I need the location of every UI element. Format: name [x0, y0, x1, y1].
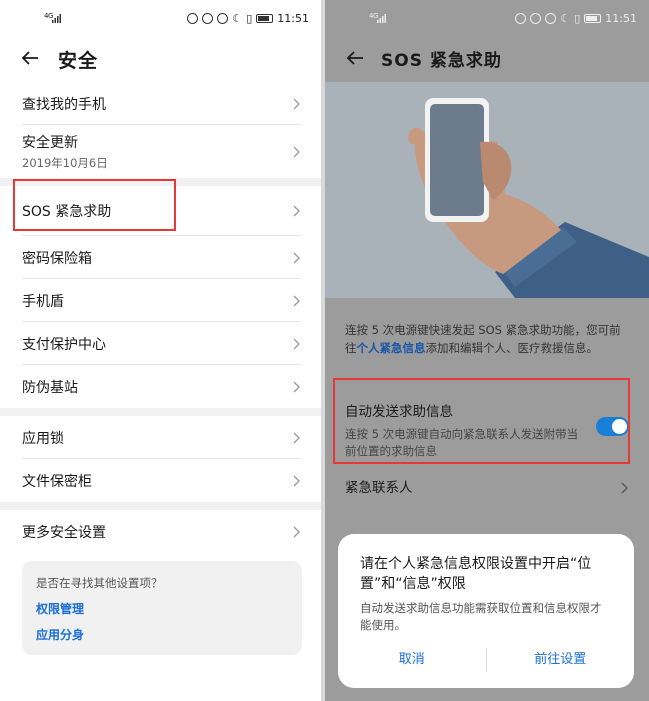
- app-bar: 安全: [0, 38, 321, 78]
- status-bar: 4G ☾ ▯ 11:51: [0, 0, 321, 38]
- cancel-button[interactable]: 取消: [338, 646, 486, 674]
- settings-item-file-safe[interactable]: 文件保密柜: [0, 459, 321, 502]
- emergency-info-link[interactable]: 个人紧急信息: [357, 341, 426, 355]
- clock-time: 11:51: [605, 12, 637, 25]
- alarm-icon: [217, 13, 229, 24]
- chevron-right-icon: [293, 381, 300, 392]
- clock-time: 11:51: [277, 12, 309, 25]
- eye-icon: [202, 13, 214, 24]
- signal-icon: [52, 14, 61, 23]
- nfc-icon: [515, 13, 527, 24]
- settings-item-more-security[interactable]: 更多安全设置: [0, 510, 321, 553]
- settings-item-label: 密码保险箱: [22, 250, 92, 267]
- highlight-box-auto-send: [333, 378, 630, 464]
- settings-item-password-vault[interactable]: 密码保险箱: [0, 236, 321, 279]
- signal-icon: [377, 14, 386, 23]
- section-gap: [0, 408, 321, 416]
- settings-item-label: 支付保护中心: [22, 336, 106, 353]
- settings-item-phone-shield[interactable]: 手机盾: [0, 279, 321, 322]
- link-app-twin[interactable]: 应用分身: [36, 626, 288, 643]
- chevron-right-icon: [293, 146, 300, 157]
- hand-holding-phone-illustration: [325, 82, 649, 298]
- emergency-contacts-label: 紧急联系人: [345, 480, 413, 496]
- settings-item-label: 文件保密柜: [22, 473, 92, 490]
- vibrate-icon: ▯: [574, 12, 581, 25]
- chevron-right-icon: [293, 338, 300, 349]
- highlight-box-sos: [13, 179, 176, 231]
- settings-item-label: 更多安全设置: [22, 524, 106, 541]
- settings-item-find-phone[interactable]: 查找我的手机: [0, 82, 321, 125]
- back-arrow-icon[interactable]: [345, 48, 365, 68]
- settings-item-anti-fake-station[interactable]: 防伪基站: [0, 365, 321, 408]
- chevron-right-icon: [293, 205, 300, 217]
- chevron-right-icon: [293, 526, 300, 537]
- back-arrow-icon[interactable]: [20, 48, 40, 68]
- page-title: SOS 紧急求助: [381, 51, 502, 71]
- battery-icon: [584, 14, 602, 23]
- sos-description: 连按 5 次电源键快速发起 SOS 紧急求助功能，您可前往个人紧急信息添加和编辑…: [345, 321, 629, 357]
- page-title: 安全: [58, 50, 99, 72]
- settings-item-payment-protection[interactable]: 支付保护中心: [0, 322, 321, 365]
- vibrate-icon: ▯: [246, 12, 253, 25]
- settings-item-label: 安全更新: [22, 135, 78, 151]
- search-suggestion-card: 是否在寻找其他设置项？ 权限管理 应用分身: [22, 561, 302, 655]
- app-bar: SOS 紧急求助: [325, 38, 649, 78]
- dialog-body: 自动发送求助信息功能需获取位置和信息权限才能使用。: [360, 601, 602, 632]
- settings-item-app-lock[interactable]: 应用锁: [0, 416, 321, 459]
- moon-icon: ☾: [232, 12, 243, 25]
- eye-icon: [530, 13, 542, 24]
- battery-icon: [256, 14, 274, 23]
- nfc-icon: [187, 13, 199, 24]
- section-gap: [0, 502, 321, 510]
- chevron-right-icon: [293, 252, 300, 263]
- dialog-buttons: 取消 前往设置: [338, 646, 634, 674]
- chevron-right-icon: [621, 482, 628, 494]
- go-to-settings-button[interactable]: 前往设置: [487, 646, 635, 674]
- suggestion-question: 是否在寻找其他设置项？: [36, 576, 163, 590]
- settings-item-label: 查找我的手机: [22, 96, 106, 113]
- permission-dialog: 请在个人紧急信息权限设置中开启“位置”和“信息”权限 自动发送求助信息功能需获取…: [338, 534, 634, 688]
- settings-item-label: 应用锁: [22, 430, 64, 447]
- status-bar: 4G ☾ ▯ 11:51: [325, 0, 649, 38]
- emergency-contacts-row[interactable]: 紧急联系人: [345, 470, 629, 506]
- security-settings-screen: 4G ☾ ▯ 11:51 安全 查找我的手机 安全更新 2019年10月6日 S…: [0, 0, 321, 701]
- settings-item-label: 手机盾: [22, 293, 64, 310]
- chevron-right-icon: [293, 295, 300, 306]
- alarm-icon: [545, 13, 557, 24]
- sos-screen: 4G ☾ ▯ 11:51 SOS 紧急求助 连按 5 次电源键快速发起 SOS …: [325, 0, 649, 701]
- settings-item-sublabel: 2019年10月6日: [22, 156, 108, 170]
- chevron-right-icon: [293, 432, 300, 443]
- desc-text-post: 添加和编辑个人、医疗救援信息。: [425, 341, 599, 355]
- link-permission-management[interactable]: 权限管理: [36, 600, 288, 617]
- chevron-right-icon: [293, 475, 300, 486]
- moon-icon: ☾: [560, 12, 571, 25]
- settings-list: 查找我的手机 安全更新 2019年10月6日 SOS 紧急求助 密码保险箱 手机…: [0, 82, 321, 553]
- settings-item-label: 防伪基站: [22, 379, 78, 396]
- settings-item-security-update[interactable]: 安全更新 2019年10月6日: [0, 125, 321, 178]
- dialog-title: 请在个人紧急信息权限设置中开启“位置”和“信息”权限: [360, 556, 592, 592]
- chevron-right-icon: [293, 98, 300, 109]
